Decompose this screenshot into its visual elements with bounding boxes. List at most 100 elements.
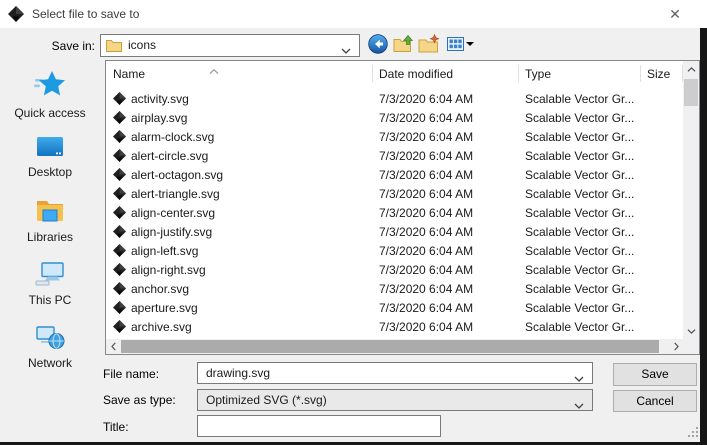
- file-rows: activity.svg 7/3/2020 6:04 AM Scalable V…: [106, 85, 683, 339]
- horizontal-scrollbar[interactable]: [106, 339, 683, 354]
- column-divider: [518, 65, 519, 82]
- file-row[interactable]: alert-circle.svg 7/3/2020 6:04 AM Scalab…: [106, 146, 683, 165]
- file-row[interactable]: align-justify.svg 7/3/2020 6:04 AM Scala…: [106, 222, 683, 241]
- up-one-level-icon: [393, 34, 414, 56]
- sidebar-item-libraries[interactable]: Libraries: [0, 198, 100, 244]
- chevron-down-icon: [574, 371, 584, 385]
- file-name: align-center.svg: [131, 206, 215, 220]
- view-menu-dropdown-caret[interactable]: [466, 42, 474, 46]
- file-list: Name Date modified Type Size activity.sv…: [105, 60, 700, 355]
- up-one-level-button[interactable]: [392, 34, 414, 56]
- window-title: Select file to save to: [32, 0, 139, 28]
- file-name: archive.svg: [131, 320, 192, 334]
- inkscape-file-icon: [113, 206, 126, 219]
- new-folder-icon: [418, 34, 440, 56]
- column-divider: [640, 65, 641, 82]
- sidebar-item-label: Libraries: [0, 230, 100, 244]
- column-header-date-modified[interactable]: Date modified: [372, 61, 518, 85]
- inkscape-app-icon: [8, 6, 24, 22]
- quick-access-icon: [34, 89, 66, 103]
- column-header-name[interactable]: Name: [106, 61, 372, 85]
- vertical-scrollbar[interactable]: [683, 61, 699, 339]
- inkscape-file-icon: [113, 111, 126, 124]
- file-type: Scalable Vector Gr...: [518, 320, 640, 334]
- save-as-type-label: Save as type:: [103, 393, 176, 407]
- file-type: Scalable Vector Gr...: [518, 168, 640, 182]
- file-name: anchor.svg: [131, 282, 189, 296]
- save-as-type-combobox[interactable]: Optimized SVG (*.svg): [197, 389, 593, 411]
- title-input[interactable]: [197, 415, 441, 437]
- file-type: Scalable Vector Gr...: [518, 92, 640, 106]
- file-name: alert-circle.svg: [131, 149, 208, 163]
- file-name: aperture.svg: [131, 301, 198, 315]
- sidebar-item-network[interactable]: Network: [0, 324, 100, 370]
- file-date-modified: 7/3/2020 6:04 AM: [372, 301, 518, 315]
- column-header-size[interactable]: Size: [640, 61, 683, 85]
- save-in-combobox[interactable]: icons: [100, 34, 360, 57]
- column-header-type[interactable]: Type: [518, 61, 640, 85]
- new-folder-button[interactable]: [418, 34, 440, 56]
- file-name-combobox[interactable]: drawing.svg: [197, 362, 593, 384]
- scroll-right-icon[interactable]: [669, 339, 683, 354]
- this-pc-icon: [35, 276, 65, 290]
- file-name: align-right.svg: [131, 263, 206, 277]
- file-row[interactable]: align-left.svg 7/3/2020 6:04 AM Scalable…: [106, 241, 683, 260]
- file-row[interactable]: alert-triangle.svg 7/3/2020 6:04 AM Scal…: [106, 184, 683, 203]
- scroll-left-icon[interactable]: [106, 339, 120, 354]
- save-in-label: Save in:: [0, 39, 95, 53]
- file-row[interactable]: anchor.svg 7/3/2020 6:04 AM Scalable Vec…: [106, 279, 683, 298]
- view-menu-icon: [447, 36, 464, 55]
- scrollbar-corner: [683, 339, 699, 354]
- file-date-modified: 7/3/2020 6:04 AM: [372, 244, 518, 258]
- inkscape-file-icon: [113, 320, 126, 333]
- inkscape-file-icon: [113, 92, 126, 105]
- inkscape-file-icon: [113, 168, 126, 181]
- sidebar-item-quick-access[interactable]: Quick access: [0, 70, 100, 120]
- sidebar-item-label: Desktop: [0, 165, 100, 179]
- file-type: Scalable Vector Gr...: [518, 301, 640, 315]
- list-header: Name Date modified Type Size: [106, 61, 683, 85]
- sidebar-item-desktop[interactable]: Desktop: [0, 135, 100, 179]
- inkscape-file-icon: [113, 282, 126, 295]
- file-row[interactable]: align-center.svg 7/3/2020 6:04 AM Scalab…: [106, 203, 683, 222]
- file-type: Scalable Vector Gr...: [518, 111, 640, 125]
- network-icon: [35, 339, 65, 353]
- sidebar-item-this-pc[interactable]: This PC: [0, 261, 100, 307]
- vertical-scrollbar-thumb[interactable]: [684, 79, 698, 106]
- file-name: activity.svg: [131, 92, 189, 106]
- back-icon: [368, 34, 388, 57]
- file-row[interactable]: aperture.svg 7/3/2020 6:04 AM Scalable V…: [106, 298, 683, 317]
- file-date-modified: 7/3/2020 6:04 AM: [372, 130, 518, 144]
- file-type: Scalable Vector Gr...: [518, 187, 640, 201]
- resize-grip[interactable]: [688, 427, 699, 441]
- save-as-type-value: Optimized SVG (*.svg): [206, 390, 327, 410]
- inkscape-file-icon: [113, 187, 126, 200]
- file-row[interactable]: align-right.svg 7/3/2020 6:04 AM Scalabl…: [106, 260, 683, 279]
- file-name: align-justify.svg: [131, 225, 212, 239]
- file-name: align-left.svg: [131, 244, 198, 258]
- file-row[interactable]: activity.svg 7/3/2020 6:04 AM Scalable V…: [106, 89, 683, 108]
- file-type: Scalable Vector Gr...: [518, 263, 640, 277]
- scroll-down-icon[interactable]: [683, 323, 699, 339]
- file-row[interactable]: alert-octagon.svg 7/3/2020 6:04 AM Scala…: [106, 165, 683, 184]
- chevron-down-icon: [574, 398, 584, 412]
- file-date-modified: 7/3/2020 6:04 AM: [372, 111, 518, 125]
- view-menu-button[interactable]: [444, 34, 466, 56]
- libraries-icon: [35, 213, 65, 227]
- title-field-label: Title:: [103, 420, 129, 434]
- file-type: Scalable Vector Gr...: [518, 282, 640, 296]
- file-date-modified: 7/3/2020 6:04 AM: [372, 225, 518, 239]
- horizontal-scrollbar-thumb[interactable]: [121, 340, 659, 353]
- file-row[interactable]: airplay.svg 7/3/2020 6:04 AM Scalable Ve…: [106, 108, 683, 127]
- cancel-button[interactable]: Cancel: [613, 390, 697, 412]
- scroll-up-icon[interactable]: [683, 61, 699, 77]
- save-button[interactable]: Save: [613, 363, 697, 386]
- file-row[interactable]: alarm-clock.svg 7/3/2020 6:04 AM Scalabl…: [106, 127, 683, 146]
- folder-icon: [106, 39, 122, 55]
- file-name-label: File name:: [103, 367, 159, 381]
- file-row[interactable]: archive.svg 7/3/2020 6:04 AM Scalable Ve…: [106, 317, 683, 336]
- column-divider: [372, 65, 373, 82]
- back-button[interactable]: [367, 34, 389, 56]
- close-icon[interactable]: ✕: [658, 0, 692, 28]
- file-date-modified: 7/3/2020 6:04 AM: [372, 320, 518, 334]
